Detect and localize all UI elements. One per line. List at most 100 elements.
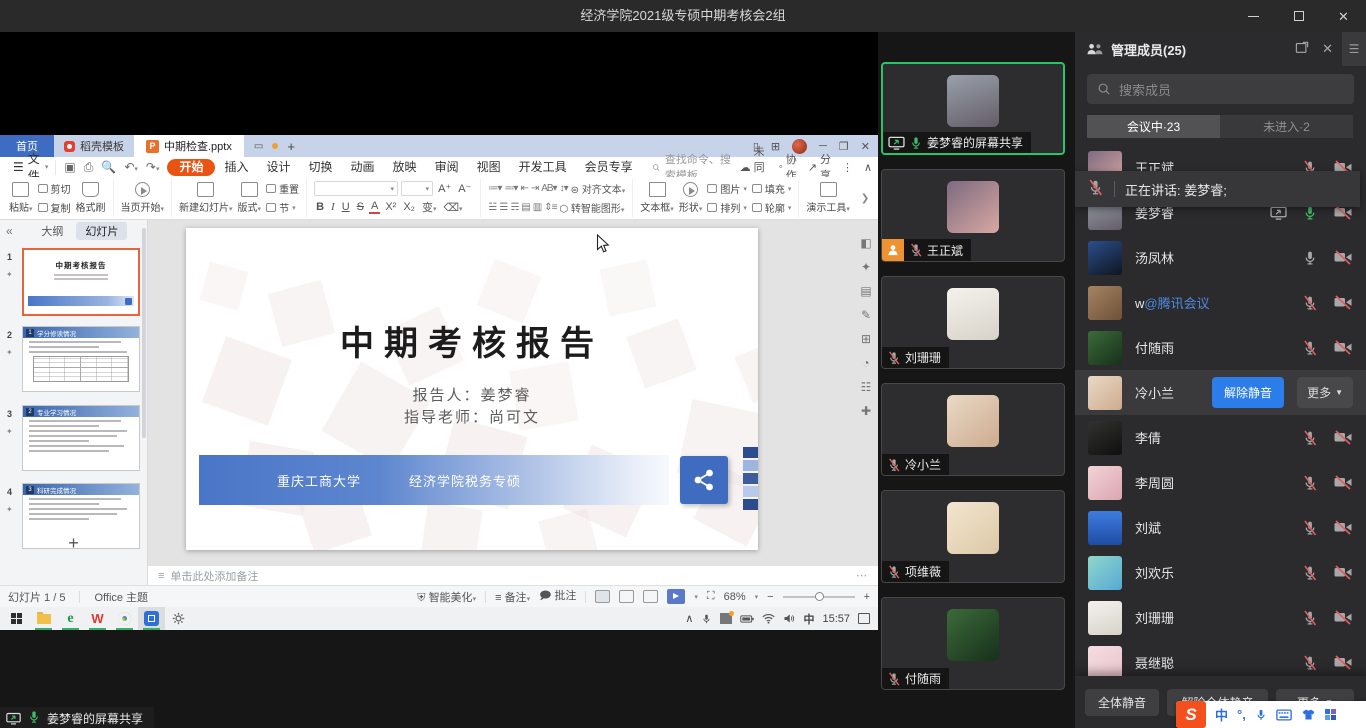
mic-muted-icon[interactable]	[887, 565, 901, 579]
sidebar-tool-icon-5[interactable]: ◔	[862, 356, 869, 370]
member-row-刘珊珊[interactable]: 刘珊珊	[1075, 595, 1366, 640]
camera-off-icon[interactable]	[1333, 295, 1353, 310]
arrange-button[interactable]: 排列▾	[707, 200, 747, 215]
unmute-button[interactable]: 解除静音	[1212, 377, 1284, 408]
zoom-slider-knob[interactable]	[815, 592, 824, 601]
textbox-button[interactable]: 文本框▾	[640, 182, 674, 214]
fill-button[interactable]: 填充▾	[752, 181, 792, 196]
member-search-input[interactable]: 搜索成员	[1087, 74, 1354, 104]
video-tile-项维薇[interactable]: 项维薇	[881, 490, 1065, 583]
member-row-汤凤林[interactable]: 汤凤林	[1075, 235, 1366, 280]
wps-menu-设计[interactable]: 设计	[258, 159, 300, 176]
member-row-冷小兰[interactable]: 冷小兰解除静音 更多 ▼	[1075, 370, 1366, 415]
text-effect-button[interactable]: 变▾	[420, 199, 439, 215]
align-center-icon[interactable]: ☰	[499, 202, 507, 213]
clear-format-button[interactable]: ⌫▾	[441, 201, 464, 214]
member-row-李倩[interactable]: 李倩	[1075, 415, 1366, 460]
mic-on-icon[interactable]	[27, 710, 41, 724]
picture-button[interactable]: 图片▾	[707, 181, 747, 196]
mic-muted-icon[interactable]	[1302, 340, 1318, 356]
kebab-icon[interactable]: ⋮	[842, 161, 853, 174]
new-slide-button[interactable]: 新建幻灯片▾	[179, 182, 233, 214]
video-tile-姜梦睿的屏幕共享[interactable]: 姜梦睿的屏幕共享	[881, 62, 1065, 155]
fit-zoom-icon[interactable]: ⛶	[707, 590, 715, 603]
pane-tab-大纲[interactable]: 大纲	[32, 222, 72, 240]
speaker-icon[interactable]	[783, 613, 795, 624]
close-button[interactable]: ✕	[1321, 0, 1366, 32]
zoom-out-button[interactable]: −	[767, 591, 773, 603]
member-row-刘斌[interactable]: 刘斌	[1075, 505, 1366, 550]
normal-view-button[interactable]	[595, 590, 610, 603]
wps-menu-开始[interactable]: 开始	[167, 159, 215, 176]
bold-button[interactable]: B	[314, 201, 326, 213]
sidebar-tool-icon-4[interactable]: ⊞	[861, 332, 871, 346]
camera-off-icon[interactable]	[1333, 205, 1353, 220]
wps-tab-docer[interactable]: 稻壳模板	[54, 135, 134, 157]
superscript-button[interactable]: X²	[383, 201, 398, 213]
taskbar-wps[interactable]: W	[84, 607, 111, 630]
member-more-button[interactable]: 更多 ▼	[1297, 377, 1353, 408]
zoom-slider[interactable]	[783, 596, 855, 598]
member-row-刘欢乐[interactable]: 刘欢乐	[1075, 550, 1366, 595]
wps-menu-会员专享[interactable]: 会员专享	[576, 159, 642, 176]
zoom-level[interactable]: 68%	[724, 591, 746, 603]
panel-close-icon[interactable]: ✕	[1322, 41, 1333, 57]
font-size-select[interactable]: ▾	[401, 181, 433, 196]
video-tile-冷小兰[interactable]: 冷小兰	[881, 383, 1065, 476]
tray-expand-icon[interactable]: ∧	[685, 612, 693, 625]
screen-share-icon[interactable]	[1270, 206, 1287, 220]
format-painter-button[interactable]: 格式刷	[76, 182, 106, 214]
presentation-tools-button[interactable]: 演示工具▾	[806, 182, 850, 214]
font-color-button[interactable]: A	[369, 200, 380, 214]
slideshow-button[interactable]	[667, 589, 685, 604]
smart-beautify-button[interactable]: ⛨ 智能美化▾	[417, 589, 476, 605]
subscript-button[interactable]: X₂	[401, 201, 417, 213]
align-text-button[interactable]: ⊜ 对齐文本▾	[571, 181, 626, 196]
sidebar-tool-icon-6[interactable]: ☷	[861, 380, 872, 394]
theme-name[interactable]: Office 主题	[94, 589, 148, 605]
redo-icon[interactable]: ↷▾	[146, 160, 160, 174]
camera-off-icon[interactable]	[1333, 565, 1353, 580]
preview-icon[interactable]: 🔍	[101, 160, 116, 174]
sort-icon[interactable]: ↕▾	[560, 183, 568, 194]
zoom-in-button[interactable]: +	[864, 591, 870, 603]
screen-share-icon[interactable]	[888, 136, 905, 150]
slide-thumbnail-1[interactable]: 中期考核报告	[22, 248, 140, 316]
outline-button[interactable]: 轮廓▾	[752, 200, 792, 215]
wps-menu-放映[interactable]: 放映	[384, 159, 426, 176]
reset-button[interactable]: 重置	[266, 181, 299, 196]
wps-menu-视图[interactable]: 视图	[468, 159, 510, 176]
mic-muted-icon[interactable]	[1302, 520, 1318, 536]
mic-muted-icon[interactable]	[1087, 179, 1104, 196]
align-left-icon[interactable]: ☱	[488, 202, 496, 213]
mic-muted-icon[interactable]	[1302, 295, 1318, 311]
save-icon[interactable]: ▣	[64, 160, 75, 174]
ime-voice-icon[interactable]	[1255, 708, 1267, 722]
camera-off-icon[interactable]	[1333, 655, 1353, 670]
tab-monitor-icon[interactable]: ▭	[254, 141, 263, 152]
start-button[interactable]	[3, 607, 30, 630]
tray-ime-indicator[interactable]: 中	[803, 611, 814, 627]
ribbon-expand-icon[interactable]: ❯	[857, 179, 873, 217]
text-direction-icon[interactable]: AB▾	[541, 183, 556, 194]
bullet-list-icon[interactable]: ≔▾	[488, 183, 501, 194]
layout-button[interactable]: 版式▾	[238, 182, 262, 214]
member-row-w[interactable]: w@腾讯会议	[1075, 280, 1366, 325]
number-list-icon[interactable]: ≕▾	[504, 183, 517, 194]
increase-font-button[interactable]: A⁺	[436, 182, 453, 195]
panel-menu-handle[interactable]: ☰	[1342, 32, 1366, 66]
slide-sorter-button[interactable]	[619, 590, 634, 603]
sidebar-tool-icon-1[interactable]: ✦	[861, 260, 871, 274]
ime-punct-button[interactable]: °,	[1237, 707, 1246, 722]
member-name-link[interactable]: @腾讯会议	[1144, 296, 1209, 311]
camera-off-icon[interactable]	[1333, 340, 1353, 355]
wps-menu-审阅[interactable]: 审阅	[426, 159, 468, 176]
mic-on-icon[interactable]	[909, 136, 923, 150]
mic-muted-icon[interactable]	[887, 672, 901, 686]
notification-center-icon[interactable]	[858, 613, 870, 624]
mic-muted-icon[interactable]	[1302, 655, 1318, 671]
wifi-icon[interactable]	[762, 613, 775, 624]
mic-muted-icon[interactable]	[887, 351, 901, 365]
video-tile-付随雨[interactable]: 付随雨	[881, 597, 1065, 690]
camera-off-icon[interactable]	[1333, 430, 1353, 445]
